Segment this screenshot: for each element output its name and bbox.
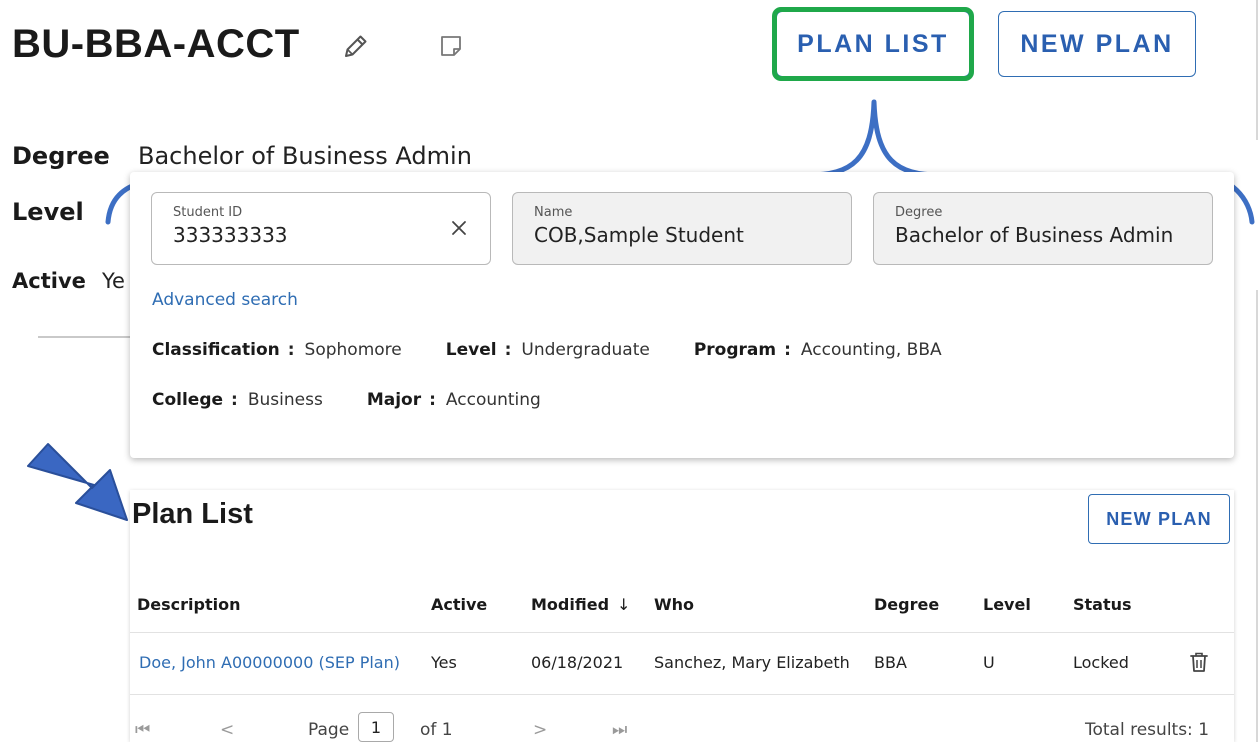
new-plan-button[interactable]: NEW PLAN [998, 11, 1196, 77]
degree-label: Degree [12, 142, 110, 170]
prev-page-icon[interactable]: < [220, 720, 234, 740]
level-label: Level [12, 198, 84, 226]
page-title: BU-BBA-ACCT [12, 22, 300, 66]
column-header-description[interactable]: Description [137, 595, 240, 614]
student-id-field[interactable]: Student ID 333333333 [151, 192, 491, 265]
cell-active: Yes [431, 653, 457, 672]
student-info-row: Classification : Sophomore Level : Under… [152, 340, 942, 360]
degree-value: Bachelor of Business Admin [138, 142, 472, 170]
page-label: Page [308, 720, 350, 740]
plan-description-link[interactable]: Doe, John A00000000 (SEP Plan) [139, 653, 400, 672]
first-page-icon[interactable]: ⏮ [135, 720, 150, 740]
callout-arrow [27, 443, 128, 521]
sort-down-icon[interactable]: ↓ [617, 595, 630, 614]
table-divider [130, 694, 1234, 695]
name-label: Name [534, 205, 573, 220]
cell-modified: 06/18/2021 [531, 653, 624, 672]
column-header-level[interactable]: Level [983, 595, 1031, 614]
note-icon[interactable] [438, 33, 464, 59]
page-of-label: of 1 [420, 720, 453, 740]
level-info-label: Level [445, 340, 497, 360]
trash-icon[interactable] [1188, 650, 1210, 674]
degree-field-value: Bachelor of Business Admin [895, 223, 1174, 247]
table-divider [130, 632, 1234, 633]
active-value: Ye [102, 269, 125, 293]
major-value: Accounting [445, 390, 541, 410]
next-page-icon[interactable]: > [533, 720, 547, 740]
classification-label: Classification [152, 340, 280, 360]
degree-field: Degree Bachelor of Business Admin [873, 192, 1213, 265]
cell-level: U [983, 653, 995, 672]
total-results: Total results: 1 [1085, 720, 1210, 740]
name-value: COB,Sample Student [534, 223, 744, 247]
plan-list-heading: Plan List [132, 498, 253, 530]
page-edge-line [1256, 0, 1258, 140]
level-info-value: Undergraduate [521, 340, 650, 360]
major-label: Major [366, 390, 422, 410]
classification-value: Sophomore [304, 340, 402, 360]
plan-list-button[interactable]: PLAN LIST [776, 11, 970, 77]
page-edge-line [1256, 290, 1258, 742]
college-label: College [152, 390, 224, 410]
program-label: Program [693, 340, 777, 360]
degree-field-label: Degree [895, 205, 943, 220]
student-id-label: Student ID [173, 205, 243, 220]
column-header-modified[interactable]: Modified ↓ [531, 595, 630, 614]
pencil-icon[interactable] [338, 30, 372, 64]
college-value: Business [247, 390, 323, 410]
cell-who: Sanchez, Mary Elizabeth [654, 653, 850, 672]
plan-list-panel: Plan List NEW PLAN Description Active Mo… [130, 490, 1234, 742]
program-value: Accounting, BBA [800, 340, 942, 360]
section-divider [38, 336, 130, 338]
column-header-active[interactable]: Active [431, 595, 487, 614]
student-search-card: Student ID 333333333 Name COB,Sample Stu… [130, 172, 1234, 458]
advanced-search-link[interactable]: Advanced search [152, 290, 298, 310]
page-number-input[interactable]: 1 [358, 712, 394, 742]
column-header-who[interactable]: Who [654, 595, 694, 614]
student-id-value[interactable]: 333333333 [173, 223, 490, 247]
last-page-icon[interactable]: ⏭ [612, 720, 627, 740]
cell-status: Locked [1073, 653, 1129, 672]
name-field: Name COB,Sample Student [512, 192, 852, 265]
student-info-row: College : Business Major : Accounting [152, 390, 541, 410]
column-header-degree[interactable]: Degree [874, 595, 939, 614]
new-plan-panel-button[interactable]: NEW PLAN [1088, 494, 1230, 544]
cell-degree: BBA [874, 653, 907, 672]
active-label: Active [12, 269, 86, 293]
column-header-status[interactable]: Status [1073, 595, 1132, 614]
clear-icon[interactable] [450, 219, 468, 237]
